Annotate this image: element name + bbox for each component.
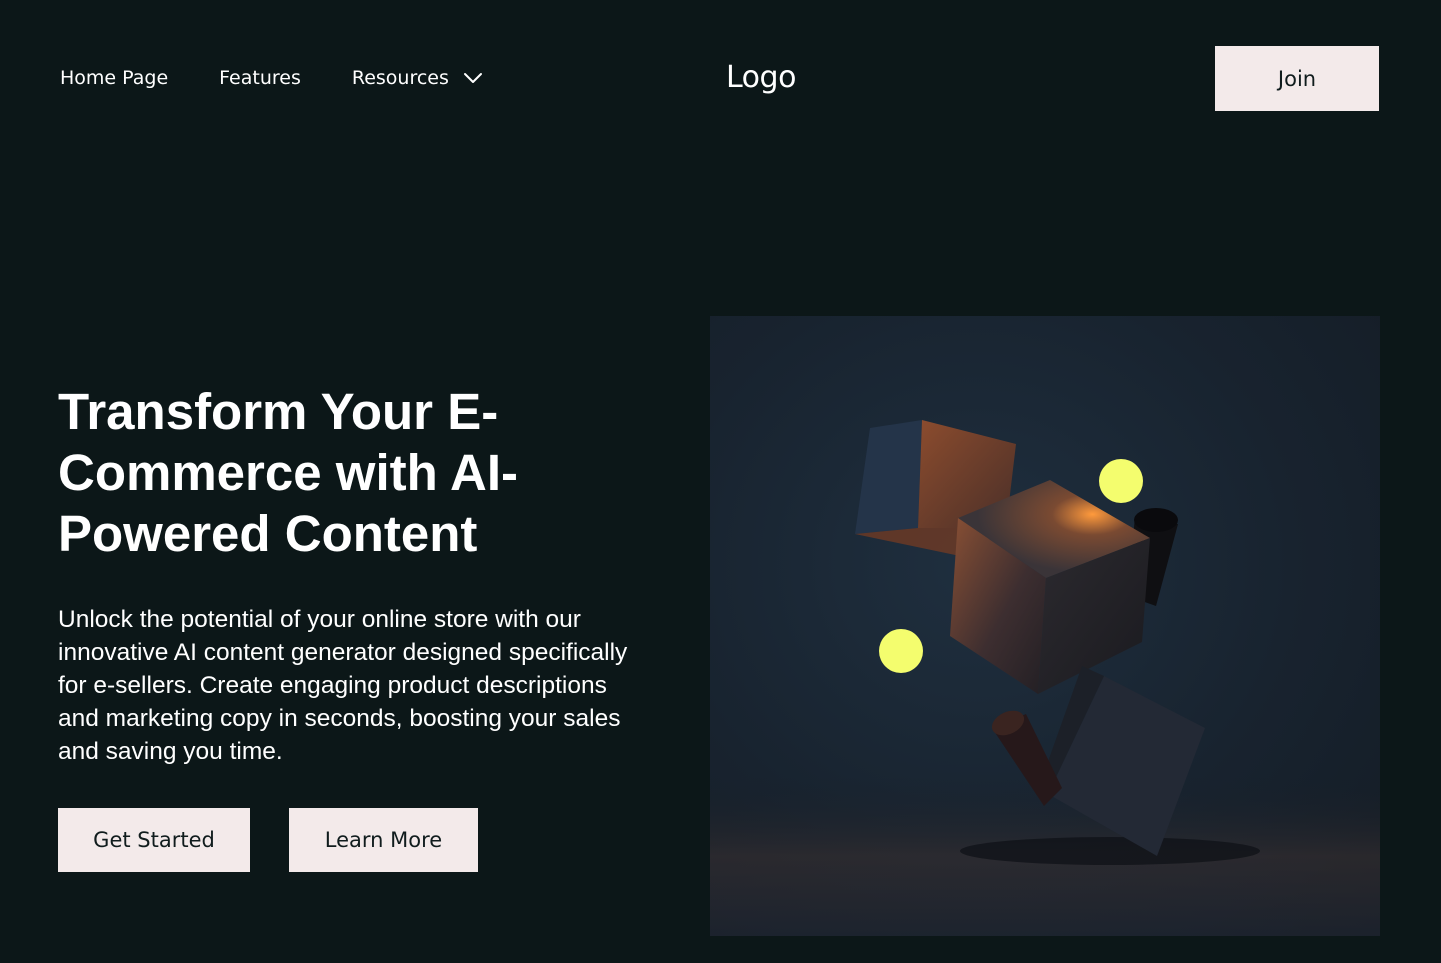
nav-link-resources[interactable]: Resources [352,67,449,89]
main-nav: Home Page Features Resources [60,64,483,92]
hero-image [710,316,1380,936]
nav-link-features[interactable]: Features [219,67,301,89]
learn-more-button[interactable]: Learn More [289,808,478,872]
join-button[interactable]: Join [1215,46,1379,111]
hero-subtitle: Unlock the potential of your online stor… [58,606,628,765]
nav-link-home[interactable]: Home Page [60,67,168,89]
chevron-down-icon[interactable] [463,72,483,84]
cubes-illustration [710,420,1380,936]
get-started-button[interactable]: Get Started [58,808,250,872]
hero-title: Transform Your E-Commerce with AI-Powere… [58,383,519,562]
nav-dropdown-resources[interactable]: Resources [352,67,483,89]
logo[interactable]: Logo [726,60,796,95]
